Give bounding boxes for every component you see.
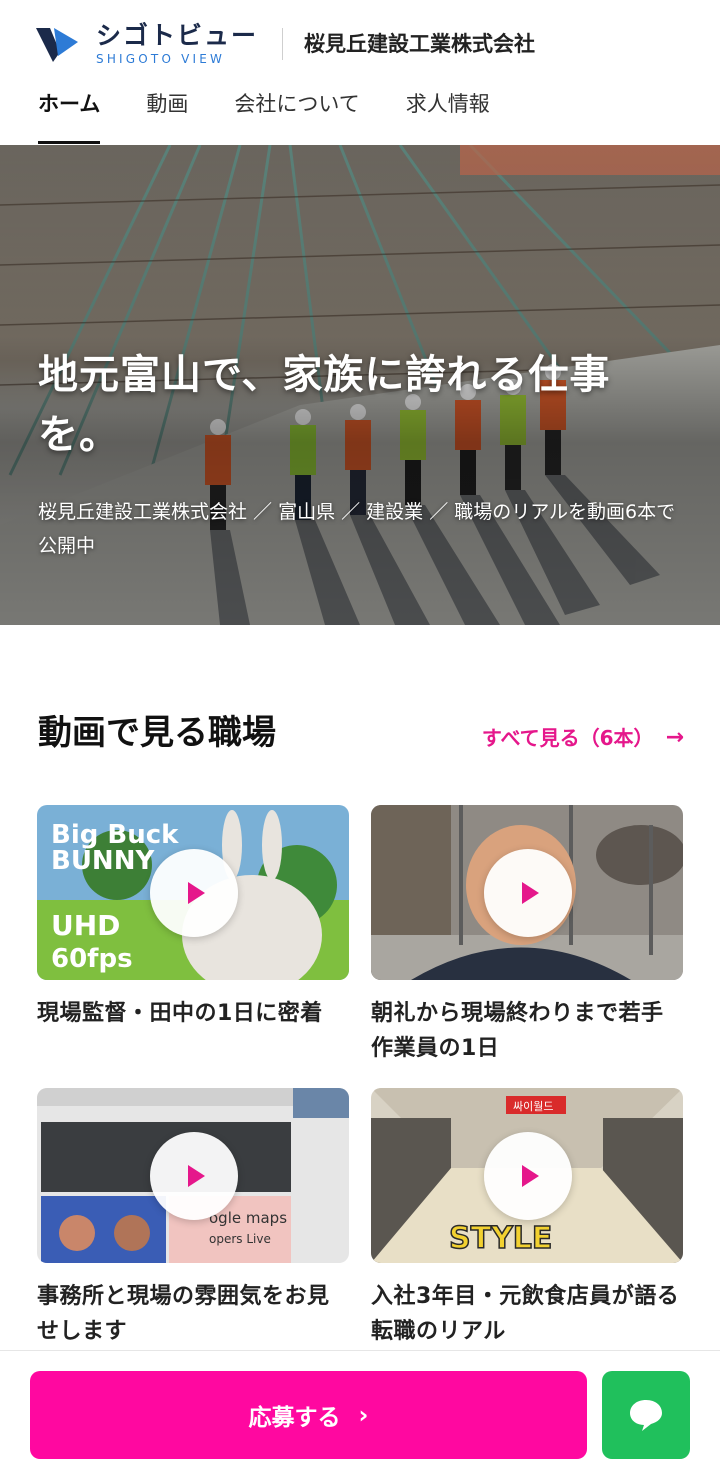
apply-label: 応募する <box>248 1405 341 1431</box>
chat-button[interactable] <box>602 1371 690 1459</box>
video-title[interactable]: 事務所と現場の雰囲気をお見せします <box>37 1279 349 1349</box>
play-icon[interactable] <box>150 849 238 937</box>
brand-divider <box>282 28 283 60</box>
logo-mark-icon <box>36 28 78 62</box>
thumb-text: 싸이월드 <box>513 1100 553 1113</box>
nav-tab-home[interactable]: ホーム <box>38 84 101 144</box>
see-all-link[interactable]: すべて見る（6本） → <box>482 722 684 754</box>
apply-button[interactable]: 応募する › <box>30 1371 587 1459</box>
video-card[interactable]: 싸이월드 STYLE 入社3年目・元飲食店員が語る転職のリアル <box>371 1088 683 1349</box>
hero-headline: 地元富山で、家族に誇れる仕事を。 <box>38 351 611 458</box>
video-thumbnail[interactable]: Big Buck BUNNY UHD 60fps <box>37 805 349 980</box>
thumb-text: 60fps <box>51 944 133 974</box>
hero-banner: 地元富山で、家族に誇れる仕事を。 桜見丘建設工業株式会社 ／ 富山県 ／ 建設業… <box>0 145 720 625</box>
thumb-text: BUNNY <box>51 846 155 876</box>
thumb-text: opers Live <box>209 1232 271 1246</box>
logo-tagline: SHIGOTO VIEW <box>96 52 226 66</box>
company-name: 桜見丘建設工業株式会社 <box>304 32 535 56</box>
nav-tab-videos[interactable]: 動画 <box>146 84 188 144</box>
video-title[interactable]: 朝礼から現場終わりまで若手作業員の1日 <box>371 996 683 1066</box>
see-all-label: すべて見る（6本） <box>481 726 654 750</box>
nav-tab-jobs[interactable]: 求人情報 <box>406 84 490 144</box>
video-thumbnail[interactable] <box>371 805 683 980</box>
thumb-text: STYLE <box>449 1221 552 1256</box>
section-title: 動画で見る職場 <box>38 713 276 753</box>
arrow-right-icon: → <box>665 725 684 750</box>
chat-bubble-icon <box>630 1400 662 1431</box>
bottom-action-bar: 応募する › <box>0 1350 720 1477</box>
hero-subtitle: 桜見丘建設工業株式会社 ／ 富山県 ／ 建設業 ／ 職場のリアルを動画6本で公開… <box>38 501 676 557</box>
site-header: シゴトビュー SHIGOTO VIEW 桜見丘建設工業株式会社 ホーム 動画 会… <box>0 0 720 145</box>
nav-tab-company[interactable]: 会社について <box>234 84 359 144</box>
video-card[interactable]: 朝礼から現場終わりまで若手作業員の1日 <box>371 805 683 1066</box>
main-nav: ホーム 動画 会社について 求人情報 <box>38 84 536 144</box>
chevron-right-icon: › <box>358 1401 369 1429</box>
play-icon[interactable] <box>484 1132 572 1220</box>
play-icon[interactable] <box>484 849 572 937</box>
video-card[interactable]: ogle maps opers Live 事務所と現場の雰囲気をお見せします <box>37 1088 349 1349</box>
video-thumbnail[interactable]: 싸이월드 STYLE <box>371 1088 683 1263</box>
brand-logo[interactable]: シゴトビュー SHIGOTO VIEW <box>36 22 258 66</box>
thumb-text: ogle maps <box>209 1209 287 1227</box>
play-icon[interactable] <box>150 1132 238 1220</box>
video-card[interactable]: Big Buck BUNNY UHD 60fps 現場監督・田中の1日に密着 <box>37 805 349 1031</box>
video-title[interactable]: 入社3年目・元飲食店員が語る転職のリアル <box>371 1279 683 1349</box>
video-thumbnail[interactable]: ogle maps opers Live <box>37 1088 349 1263</box>
video-title[interactable]: 現場監督・田中の1日に密着 <box>37 996 349 1031</box>
logo-wordmark: シゴトビュー <box>96 21 259 50</box>
thumb-text: UHD <box>51 909 120 942</box>
